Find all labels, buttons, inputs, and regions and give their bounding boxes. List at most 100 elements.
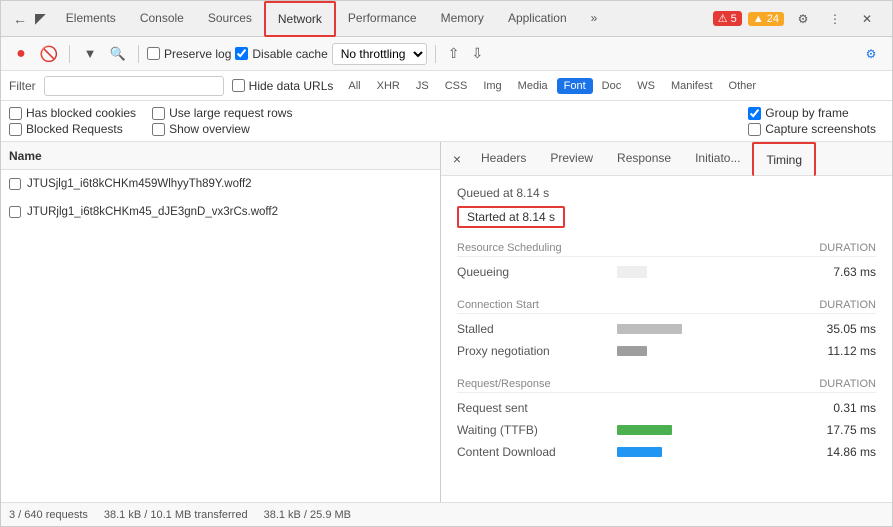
blocked-cookies-checkbox[interactable] <box>9 107 22 120</box>
request-name-1: JTUSjlg1_i6t8kCHKm459WlhyyTh89Y.woff2 <box>27 178 252 190</box>
disable-cache-checkbox[interactable] <box>235 47 248 60</box>
hide-data-urls-checkbox[interactable] <box>232 79 245 92</box>
devtools-window: ← ◤ Elements Console Sources Network Per… <box>0 0 893 527</box>
proxy-duration: 11.12 ms <box>796 344 876 358</box>
toolbar-sep-3 <box>435 45 436 63</box>
tab-response[interactable]: Response <box>605 142 683 176</box>
throttle-select[interactable]: No throttling <box>332 43 427 65</box>
ttfb-row: Waiting (TTFB) 17.75 ms <box>457 419 876 441</box>
large-rows-label[interactable]: Use large request rows <box>152 106 292 120</box>
tab-performance[interactable]: Performance <box>336 1 429 37</box>
blocked-requests-label[interactable]: Blocked Requests <box>9 122 136 136</box>
timing-close-button[interactable]: × <box>445 147 469 171</box>
preserve-log-label[interactable]: Preserve log <box>147 47 231 61</box>
filter-img[interactable]: Img <box>476 78 508 94</box>
filter-icon[interactable]: ▼ <box>78 42 102 66</box>
stalled-row: Stalled 35.05 ms <box>457 318 876 340</box>
request-name-2: JTURjlg1_i6t8kCHKm45_dJE3gnD_vx3rCs.woff… <box>27 206 278 218</box>
tab-elements[interactable]: Elements <box>54 1 128 37</box>
stalled-bar-fill <box>617 324 682 334</box>
tab-network[interactable]: Network <box>264 1 336 37</box>
capture-screenshots-checkbox[interactable] <box>748 123 761 136</box>
queued-at: Queued at 8.14 s <box>457 186 876 200</box>
request-list-header: Name <box>1 142 440 170</box>
settings-icon[interactable]: ⚙ <box>790 6 816 32</box>
warning-badge: ▲ 24 <box>748 12 784 26</box>
show-overview-checkbox[interactable] <box>152 123 165 136</box>
blocked-cookies-text: Has blocked cookies <box>26 106 136 120</box>
filter-doc[interactable]: Doc <box>595 78 629 94</box>
filter-js[interactable]: JS <box>409 78 436 94</box>
request-response-header: Request/Response DURATION <box>457 378 876 393</box>
filter-manifest[interactable]: Manifest <box>664 78 720 94</box>
tab-bar-icons: ← ◤ <box>5 10 54 27</box>
request-row-checkbox-1[interactable] <box>9 178 21 190</box>
tab-application[interactable]: Application <box>496 1 579 37</box>
capture-screenshots-label[interactable]: Capture screenshots <box>748 122 876 136</box>
close-devtools-icon[interactable]: ✕ <box>854 6 880 32</box>
tab-headers[interactable]: Headers <box>469 142 538 176</box>
large-rows-checkbox[interactable] <box>152 107 165 120</box>
filter-all[interactable]: All <box>341 78 367 94</box>
tab-preview[interactable]: Preview <box>538 142 605 176</box>
started-at-box: Started at 8.14 s <box>457 206 565 228</box>
resource-scheduling-title: Resource Scheduling <box>457 242 562 254</box>
proxy-bar <box>617 346 796 356</box>
transferred-status: 38.1 kB / 10.1 MB transferred <box>104 509 248 521</box>
queueing-duration: 7.63 ms <box>796 265 876 279</box>
group-by-frame-checkbox[interactable] <box>748 107 761 120</box>
filter-css[interactable]: CSS <box>438 78 475 94</box>
tab-timing[interactable]: Timing <box>752 142 816 176</box>
content-download-bar <box>617 447 796 457</box>
tab-icons-right: ⚠ 5 ▲ 24 ⚙ ⋮ ✕ <box>705 6 888 32</box>
search-icon[interactable]: 🔍 <box>106 42 130 66</box>
stalled-bar <box>617 324 796 334</box>
tab-more[interactable]: » <box>579 1 610 37</box>
filter-ws[interactable]: WS <box>630 78 662 94</box>
request-response-section: Request/Response DURATION Request sent 0… <box>457 378 876 463</box>
queueing-label: Queueing <box>457 265 617 279</box>
hide-data-urls-label[interactable]: Hide data URLs <box>232 79 334 93</box>
group-by-frame-label[interactable]: Group by frame <box>748 106 876 120</box>
filter-media[interactable]: Media <box>511 78 555 94</box>
request-sent-duration: 0.31 ms <box>796 401 876 415</box>
show-overview-label[interactable]: Show overview <box>152 122 292 136</box>
connection-start-section: Connection Start DURATION Stalled 35.05 … <box>457 299 876 362</box>
filter-label: Filter <box>9 79 36 93</box>
export-har-icon[interactable]: ⇩ <box>471 45 483 62</box>
blocked-requests-checkbox[interactable] <box>9 123 22 136</box>
network-settings-icon[interactable]: ⚙ <box>858 41 884 67</box>
filter-font[interactable]: Font <box>557 78 593 94</box>
request-row[interactable]: JTUSjlg1_i6t8kCHKm459WlhyyTh89Y.woff2 <box>1 170 440 198</box>
tab-memory[interactable]: Memory <box>429 1 496 37</box>
filter-input[interactable] <box>44 76 224 96</box>
content-download-bar-fill <box>617 447 662 457</box>
blocked-cookies-label[interactable]: Has blocked cookies <box>9 106 136 120</box>
inspect-icon[interactable]: ◤ <box>35 10 46 27</box>
record-button[interactable]: ● <box>9 42 33 66</box>
options-col-1: Has blocked cookies Blocked Requests <box>9 103 136 139</box>
clear-button[interactable]: 🚫 <box>37 42 61 66</box>
queueing-bar-placeholder <box>617 266 647 278</box>
options-bar: Has blocked cookies Blocked Requests Use… <box>1 101 892 142</box>
more-options-icon[interactable]: ⋮ <box>822 6 848 32</box>
request-row-checkbox-2[interactable] <box>9 206 21 218</box>
tab-sources[interactable]: Sources <box>196 1 264 37</box>
tab-console[interactable]: Console <box>128 1 196 37</box>
tab-initiator[interactable]: Initiato... <box>683 142 752 176</box>
resource-scheduling-duration-header: DURATION <box>819 242 876 254</box>
toolbar-sep-1 <box>69 45 70 63</box>
request-row-2[interactable]: JTURjlg1_i6t8kCHKm45_dJE3gnD_vx3rCs.woff… <box>1 198 440 226</box>
options-left: Has blocked cookies Blocked Requests Use… <box>9 103 724 139</box>
proxy-bar-fill <box>617 346 647 356</box>
import-har-icon[interactable]: ⇧ <box>448 45 460 62</box>
name-column-header: Name <box>9 149 42 163</box>
preserve-log-checkbox[interactable] <box>147 47 160 60</box>
disable-cache-label[interactable]: Disable cache <box>235 47 327 61</box>
connection-start-duration-header: DURATION <box>819 299 876 311</box>
back-icon[interactable]: ← <box>13 11 27 27</box>
filter-other[interactable]: Other <box>722 78 764 94</box>
toolbar-sep-2 <box>138 45 139 63</box>
ttfb-duration: 17.75 ms <box>796 423 876 437</box>
filter-xhr[interactable]: XHR <box>370 78 407 94</box>
